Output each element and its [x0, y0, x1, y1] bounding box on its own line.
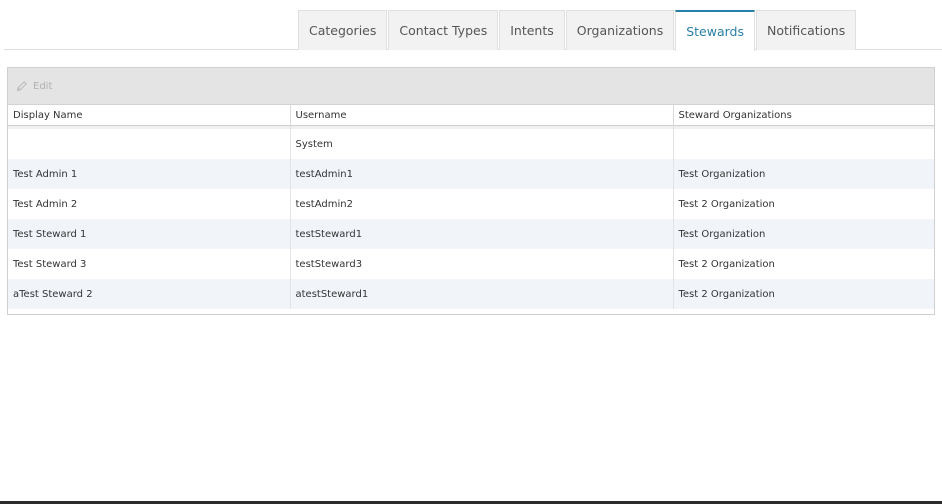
steward-organizations-cell: Test 2 Organization [678, 198, 775, 210]
display-name-cell [8, 129, 291, 159]
steward-organizations-cell: Test Organization [673, 219, 934, 249]
username-cell: testAdmin2 [290, 189, 674, 219]
username-cell: System [290, 129, 674, 159]
tab-stewards[interactable]: Stewards [675, 10, 755, 51]
steward-organizations-cell: Test Organization [673, 159, 934, 189]
stewards-grid: Edit Display Name Username Steward Organ… [7, 67, 935, 315]
tab-contact-types[interactable]: Contact Types [388, 10, 499, 50]
username-cell: testAdmin1 [290, 159, 674, 189]
edit-button-label: Edit [33, 80, 53, 92]
tab-intents[interactable]: Intents [499, 10, 565, 50]
table-row[interactable]: Test Steward 3 testSteward3 Test 2 Organ… [8, 249, 934, 279]
table-row[interactable]: Test Admin 1 testAdmin1 Test Organizatio… [8, 159, 934, 189]
display-name-cell: Test Admin 2 [8, 189, 291, 219]
tab-notifications[interactable]: Notifications [756, 10, 857, 50]
username-cell: atestSteward1 [290, 279, 674, 309]
display-name-cell: Test Steward 3 [8, 249, 291, 279]
column-header-username[interactable]: Username [290, 105, 674, 126]
table-row[interactable]: aTest Steward 2 atestSteward1 Test 2 Org… [8, 279, 934, 309]
edit-button[interactable]: Edit [16, 80, 52, 92]
steward-organizations-cell [673, 129, 934, 159]
steward-organizations-cell: Test 2 Organization [678, 258, 775, 270]
column-header-steward-organizations[interactable]: Steward Organizations [673, 105, 934, 126]
username-cell: testSteward1 [290, 219, 674, 249]
username-cell: testSteward3 [290, 249, 674, 279]
tab-list: Categories Contact Types Intents Organiz… [298, 10, 857, 51]
stewards-table: Display Name Username Steward Organizati… [8, 105, 934, 309]
steward-organizations-cell: Test 2 Organization [673, 279, 934, 309]
display-name-cell: Test Admin 1 [8, 159, 291, 189]
tab-organizations[interactable]: Organizations [565, 10, 675, 50]
tab-categories[interactable]: Categories [298, 10, 388, 50]
table-row[interactable]: Test Steward 1 testSteward1 Test Organiz… [8, 219, 934, 249]
display-name-cell: aTest Steward 2 [8, 279, 291, 309]
table-header-row: Display Name Username Steward Organizati… [8, 105, 934, 126]
table-row[interactable]: Test Admin 2 testAdmin2 Test 2 Organizat… [8, 189, 934, 219]
pencil-icon [16, 81, 27, 92]
tab-bar: Categories Contact Types Intents Organiz… [0, 0, 942, 51]
grid-toolbar: Edit [8, 68, 934, 105]
table-row[interactable]: System [8, 129, 934, 159]
display-name-cell: Test Steward 1 [8, 219, 291, 249]
column-header-display-name[interactable]: Display Name [8, 105, 291, 126]
